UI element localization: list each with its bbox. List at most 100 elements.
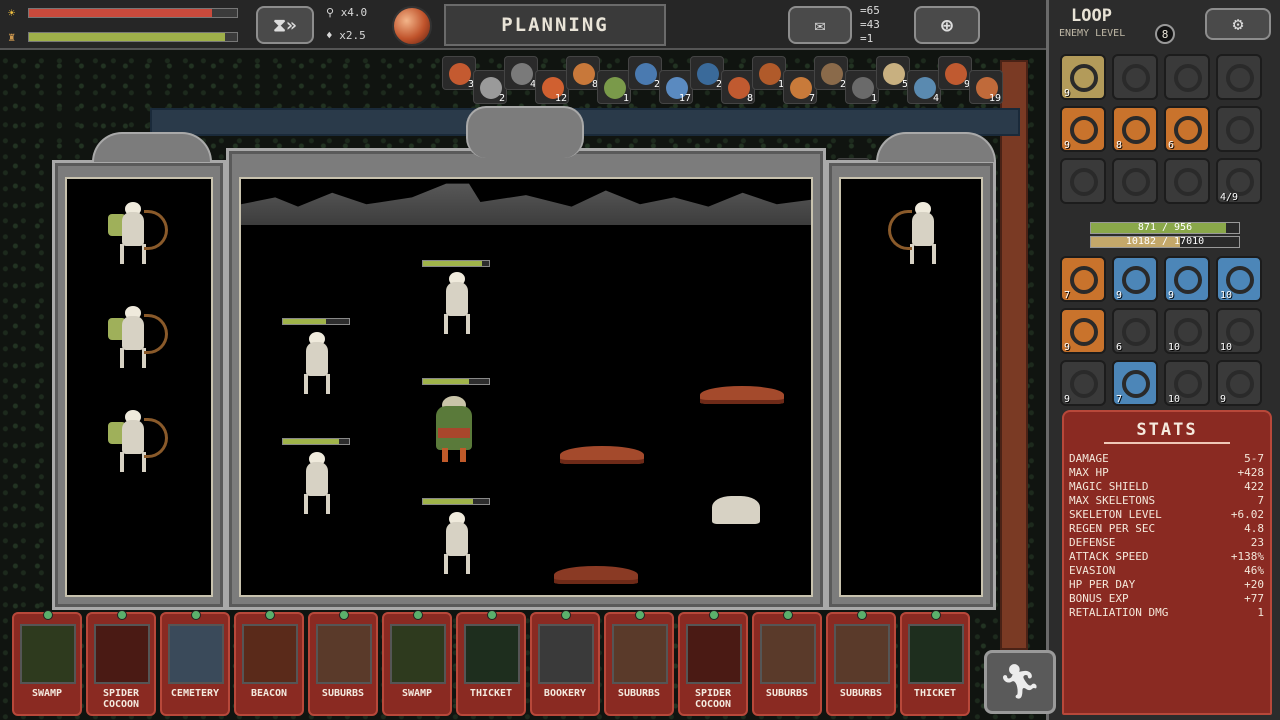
inventory-slot[interactable]: 7 — [1060, 256, 1106, 302]
stat-value: +77 — [1244, 592, 1264, 605]
inventory-slot[interactable]: 9 — [1216, 360, 1262, 406]
loot-item[interactable]: 2 — [473, 70, 507, 104]
card-art — [686, 624, 742, 684]
inventory-slot[interactable]: 7 — [1112, 360, 1158, 406]
skeleton-archer — [108, 202, 172, 276]
equipment-slot[interactable]: 6 — [1164, 106, 1210, 152]
equipment-slot[interactable] — [1060, 158, 1106, 204]
card-label: BOOKERY — [543, 688, 587, 699]
item-icon — [1174, 64, 1202, 92]
inventory-slot[interactable]: 10 — [1164, 360, 1210, 406]
stat-value: 4.8 — [1244, 522, 1264, 535]
loot-item[interactable]: 1 — [845, 70, 879, 104]
inventory-slot[interactable]: 9 — [1060, 308, 1106, 354]
terrain-card[interactable]: BOOKERY — [530, 610, 600, 716]
terrain-card[interactable]: SUBURBS — [604, 610, 674, 716]
skeleton-minion — [292, 332, 346, 406]
stat-row: SKELETON LEVEL +6.02 — [1069, 508, 1264, 522]
equipment-slot[interactable] — [1112, 54, 1158, 100]
map-scroll-button[interactable]: ✉ — [788, 6, 852, 44]
item-count: 10 — [1168, 342, 1181, 353]
inventory-slot[interactable]: 10 — [1164, 308, 1210, 354]
card-gem — [43, 610, 53, 620]
card-gem — [339, 610, 349, 620]
inventory-slot[interactable]: 10 — [1216, 308, 1262, 354]
loot-item[interactable]: 2 — [690, 56, 724, 90]
equipment-slot[interactable]: 9 — [1060, 54, 1106, 100]
inventory-slot[interactable]: 9 — [1164, 256, 1210, 302]
terrain-card[interactable]: BEACON — [234, 610, 304, 716]
terrain-card[interactable]: THICKET — [456, 610, 526, 716]
equipment-slot[interactable] — [1164, 158, 1210, 204]
terrain-card[interactable]: SWAMP — [12, 610, 82, 716]
phase-label[interactable]: PLANNING — [444, 4, 666, 46]
stat-row: DEFENSE 23 — [1069, 536, 1264, 550]
loot-item[interactable]: 12 — [535, 70, 569, 104]
stat-label: MAGIC SHIELD — [1069, 480, 1149, 493]
terrain-card[interactable]: SPIDER COCOON — [678, 610, 748, 716]
inventory-slot[interactable]: 10 — [1216, 256, 1262, 302]
card-art — [834, 624, 890, 684]
loot-item[interactable]: 3 — [442, 56, 476, 90]
equipment-slot[interactable] — [1112, 158, 1158, 204]
resource-count-1: =65 — [860, 4, 880, 17]
loot-item[interactable]: 1 — [752, 56, 786, 90]
terrain-card[interactable]: THICKET — [900, 610, 970, 716]
item-count: 6 — [1168, 140, 1175, 151]
stat-row: HP PER DAY +20 — [1069, 578, 1264, 592]
lamp-icon: ♜ — [8, 30, 16, 44]
equipment-slot[interactable]: 9 — [1060, 106, 1106, 152]
loot-item[interactable]: 2 — [814, 56, 848, 90]
inventory-slot[interactable]: 9 — [1112, 256, 1158, 302]
stat-label: RETALIATION DMG — [1069, 606, 1169, 619]
stat-value: +20 — [1244, 578, 1264, 591]
settings-button[interactable]: ⚙ — [1205, 8, 1271, 40]
loot-item[interactable]: 9 — [938, 56, 972, 90]
inventory-slot[interactable]: 6 — [1112, 308, 1158, 354]
terrain-card[interactable]: SUBURBS — [308, 610, 378, 716]
planet-orb[interactable] — [392, 6, 432, 46]
loot-item[interactable]: 1 — [597, 70, 631, 104]
loot-item[interactable]: 8 — [566, 56, 600, 90]
card-art — [908, 624, 964, 684]
equipment-slot[interactable] — [1216, 106, 1262, 152]
bow — [144, 418, 168, 458]
terrain-card[interactable]: CEMETERY — [160, 610, 230, 716]
loot-item[interactable]: 2 — [628, 56, 662, 90]
loot-item[interactable]: 4 — [504, 56, 538, 90]
torso — [122, 420, 144, 454]
stat-label: DEFENSE — [1069, 536, 1116, 549]
loot-item[interactable]: 4 — [907, 70, 941, 104]
speed-bottom-readout: ♦ x2.5 — [326, 29, 366, 42]
terrain-card[interactable]: SUBURBS — [826, 610, 896, 716]
card-gem — [709, 610, 719, 620]
crosshair-button[interactable]: ⊕ — [914, 6, 980, 44]
loot-item[interactable]: 8 — [721, 70, 755, 104]
loot-count: 4 — [932, 93, 939, 104]
loot-item[interactable]: 17 — [659, 70, 693, 104]
loot-count: 1 — [622, 93, 629, 104]
torso — [122, 316, 144, 350]
terrain-card[interactable]: SUBURBS — [752, 610, 822, 716]
terrain-card[interactable]: SWAMP — [382, 610, 452, 716]
torso — [446, 522, 468, 556]
loot-item[interactable]: 7 — [783, 70, 817, 104]
torso — [122, 212, 144, 246]
stat-label: REGEN PER SEC — [1069, 522, 1156, 535]
retreat-button[interactable]: 🏃︎ — [984, 650, 1056, 714]
equipment-slot[interactable]: 4/9 — [1216, 158, 1262, 204]
item-icon — [1122, 116, 1150, 144]
legs — [120, 452, 146, 472]
equipment-slot[interactable]: 8 — [1112, 106, 1158, 152]
item-icon — [1070, 168, 1098, 196]
inventory-slot[interactable]: 9 — [1060, 360, 1106, 406]
loot-count: 17 — [678, 93, 691, 104]
item-icon — [1226, 116, 1254, 144]
loot-item[interactable]: 5 — [876, 56, 910, 90]
loot-item[interactable]: 19 — [969, 70, 1003, 104]
terrain-card[interactable]: SPIDER COCOON — [86, 610, 156, 716]
road-tile — [150, 108, 1020, 136]
equipment-slot[interactable] — [1216, 54, 1262, 100]
speed-toggle-button[interactable]: ⧗» — [256, 6, 314, 44]
equipment-slot[interactable] — [1164, 54, 1210, 100]
